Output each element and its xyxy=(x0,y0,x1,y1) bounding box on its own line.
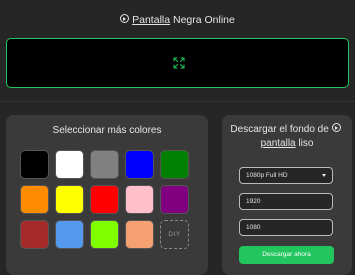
color-swatch[interactable] xyxy=(160,150,189,179)
diy-color-button[interactable]: DIY xyxy=(160,220,189,249)
colors-panel: Seleccionar más colores DIY xyxy=(6,115,208,275)
download-title-prefix: Descargar el fondo de xyxy=(230,124,329,135)
color-preview[interactable] xyxy=(6,38,349,88)
play-circle-icon xyxy=(331,123,341,132)
color-swatch[interactable] xyxy=(125,185,154,214)
color-swatch[interactable] xyxy=(55,220,84,249)
color-swatch[interactable] xyxy=(20,150,49,179)
width-input[interactable] xyxy=(246,198,326,205)
page-title: Pantalla Negra Online xyxy=(0,14,355,26)
swatch-grid: DIY xyxy=(20,150,189,249)
colors-panel-title: Seleccionar más colores xyxy=(52,125,162,136)
download-button[interactable]: Descargar ahora xyxy=(239,246,334,264)
color-swatch[interactable] xyxy=(90,150,119,179)
download-panel-title: Descargar el fondo de pantalla liso xyxy=(222,123,352,151)
color-swatch[interactable] xyxy=(20,185,49,214)
color-swatch[interactable] xyxy=(160,185,189,214)
download-panel: Descargar el fondo de pantalla liso 1080… xyxy=(222,115,352,275)
width-field[interactable] xyxy=(239,193,333,210)
play-circle-icon xyxy=(120,14,130,23)
download-title-suffix: liso xyxy=(295,138,314,149)
resolution-value: 1080p Full HD xyxy=(246,172,288,179)
chevron-down-icon xyxy=(322,174,326,177)
color-swatch[interactable] xyxy=(125,220,154,249)
color-swatch[interactable] xyxy=(125,150,154,179)
color-swatch[interactable] xyxy=(90,185,119,214)
title-text: Negra Online xyxy=(170,14,235,26)
expand-icon[interactable] xyxy=(173,57,185,69)
color-swatch[interactable] xyxy=(55,150,84,179)
download-title-link[interactable]: pantalla xyxy=(261,138,296,149)
color-swatch[interactable] xyxy=(90,220,119,249)
resolution-select[interactable]: 1080p Full HD xyxy=(239,167,333,184)
color-swatch[interactable] xyxy=(20,220,49,249)
section-divider xyxy=(0,101,355,102)
height-input[interactable] xyxy=(246,224,326,231)
color-swatch[interactable] xyxy=(55,185,84,214)
height-field[interactable] xyxy=(239,219,333,236)
title-link[interactable]: Pantalla xyxy=(132,14,170,26)
